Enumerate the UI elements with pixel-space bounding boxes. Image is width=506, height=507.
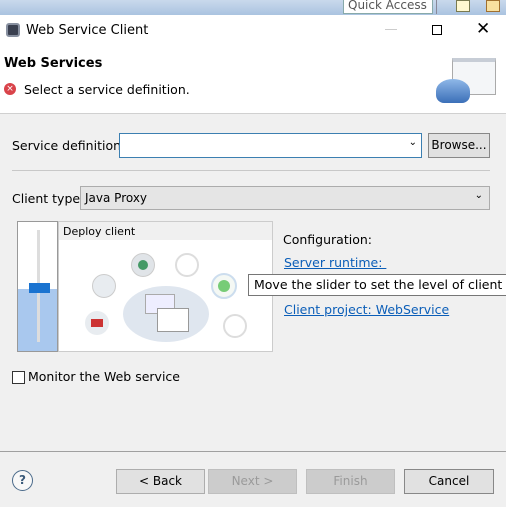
client-project-link[interactable]: Client project: WebService	[284, 302, 449, 317]
test-icon	[223, 314, 247, 338]
maximize-button[interactable]	[432, 25, 442, 35]
deploy-illustration: Deploy client	[58, 221, 273, 352]
client-type-select[interactable]: Java Proxy ⌄	[80, 186, 490, 210]
error-icon: ×	[4, 83, 16, 95]
client-level-slider[interactable]	[17, 221, 58, 352]
quick-access-input[interactable]: Quick Access	[343, 0, 433, 14]
monitor-label[interactable]: Monitor the Web service	[28, 369, 180, 384]
deploy-icon	[131, 253, 155, 277]
separator	[436, 0, 437, 14]
page-title: Web Services	[4, 56, 103, 71]
minimize-button[interactable]	[385, 29, 397, 30]
finish-button[interactable]: Finish	[306, 469, 395, 494]
footer-divider	[0, 451, 506, 452]
page-message: Select a service definition.	[24, 82, 190, 97]
header-divider	[0, 113, 506, 114]
java-perspective-icon[interactable]	[486, 0, 500, 12]
next-button[interactable]: Next >	[208, 469, 297, 494]
configuration-label: Configuration:	[283, 232, 372, 247]
eclipse-dialog-icon	[6, 23, 20, 37]
chevron-down-icon: ⌄	[408, 137, 417, 148]
client-type-label: Client type:	[12, 191, 85, 206]
title-bar: Web Service Client ✕	[0, 15, 506, 47]
separator	[12, 170, 490, 171]
server-runtime-link[interactable]: Server runtime:	[284, 255, 386, 270]
slider-thumb[interactable]	[29, 283, 50, 293]
stage-label: Deploy client	[63, 225, 136, 238]
assemble-icon	[92, 274, 116, 298]
browse-button[interactable]: Browse...	[428, 133, 490, 158]
service-bell-icon	[436, 79, 470, 103]
web-window-icon	[157, 308, 189, 332]
wizard-header: Web Services × Select a service definiti…	[0, 47, 506, 113]
open-perspective-icon[interactable]	[456, 0, 470, 12]
help-icon[interactable]: ?	[12, 470, 33, 491]
window-title: Web Service Client	[26, 23, 149, 38]
start-icon	[211, 273, 237, 299]
close-button[interactable]: ✕	[476, 19, 490, 39]
monitor-checkbox[interactable]	[12, 371, 25, 384]
back-button[interactable]: < Back	[116, 469, 205, 494]
cancel-button[interactable]: Cancel	[404, 469, 494, 494]
service-definition-label: Service definition:	[12, 138, 126, 153]
slider-tooltip: Move the slider to set the level of clie…	[248, 274, 506, 296]
client-type-value: Java Proxy	[85, 191, 148, 205]
service-definition-combo[interactable]: ⌄	[119, 133, 422, 158]
toolbox-icon	[85, 311, 109, 335]
chevron-down-icon: ⌄	[474, 190, 483, 201]
install-icon	[175, 253, 199, 277]
